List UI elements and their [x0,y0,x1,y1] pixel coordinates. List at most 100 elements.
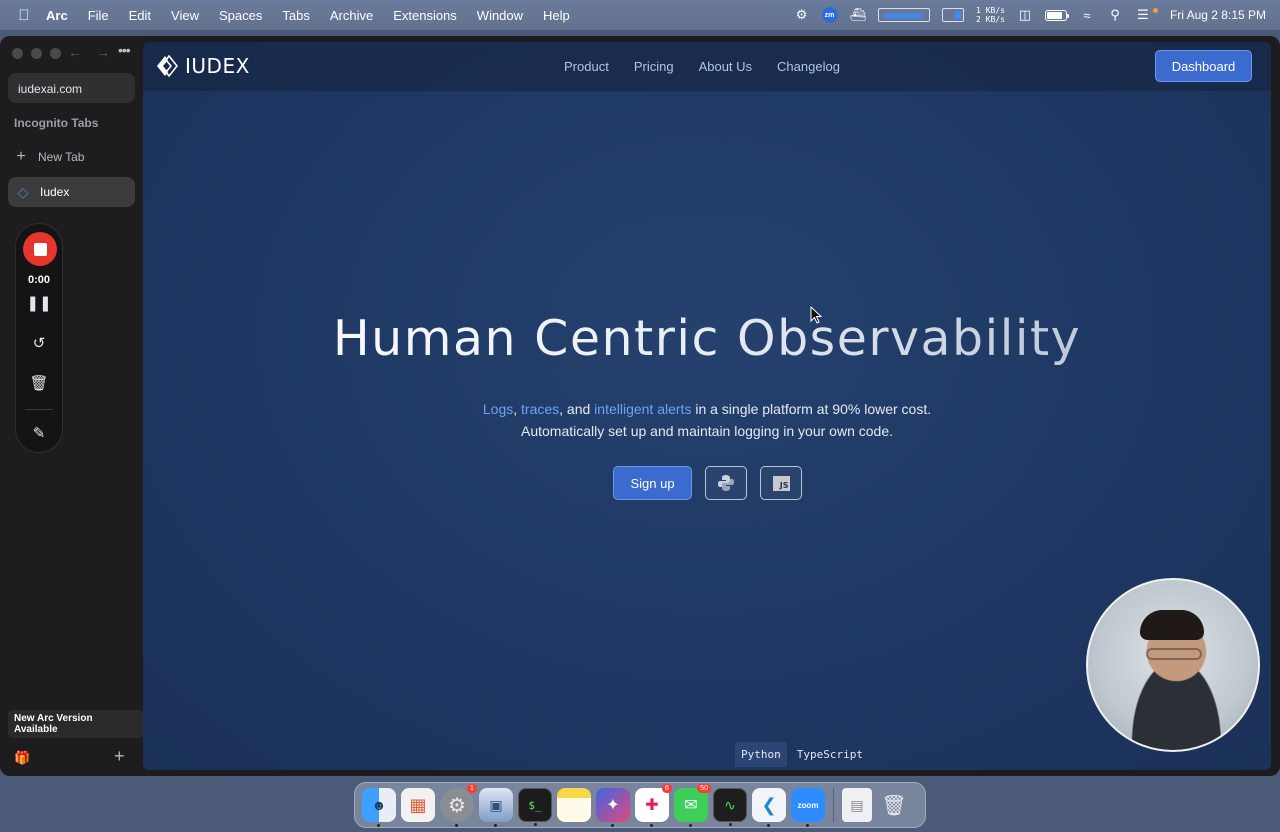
menu-archive[interactable]: Archive [330,8,373,23]
window-controls [12,48,61,59]
sidebar-tab-label: Iudex [40,185,70,199]
dock-separator [833,788,834,822]
javascript-icon: JS [772,475,790,491]
control-center-icon[interactable]: ☰ [1135,7,1151,23]
menu-bar:  Arc File Edit View Spaces Tabs Archive… [0,0,1280,30]
docker-icon[interactable]: ⛴ [850,7,867,23]
close-window-button[interactable] [12,48,23,59]
menu-app-name[interactable]: Arc [46,8,68,23]
intelligent-alerts-link[interactable]: intelligent alerts [594,401,691,417]
gift-icon[interactable]: 🎁 [14,750,30,766]
nav-pricing[interactable]: Pricing [634,59,674,74]
finder-icon[interactable]: ☻ [362,788,396,827]
update-available-badge[interactable]: New Arc Version Available [8,710,143,738]
webcam-person-hair [1140,610,1204,640]
battery-icon[interactable] [1044,9,1069,21]
tab-typescript[interactable]: TypeScript [791,742,869,767]
menu-edit[interactable]: Edit [129,8,151,23]
back-arrow-icon[interactable]: ← [68,44,82,60]
wifi-icon[interactable]: ≈ [1079,8,1095,23]
iudex-favicon-icon: ◇ [17,183,29,200]
minimize-window-button[interactable] [31,48,42,59]
url-bar[interactable]: iudexai.com [8,73,135,103]
webcam-person-glasses [1146,648,1202,660]
terminal-icon[interactable]: $_ [518,788,552,826]
zoom-icon[interactable]: zoom [791,788,825,827]
site-logo[interactable]: IUDEX [155,54,250,78]
new-tab-button[interactable]: + New Tab [14,148,84,166]
slack-badge: 6 [662,784,672,793]
downloads-stack-icon[interactable]: ▤ [842,788,872,822]
spotlight-search-icon[interactable]: ⚲ [1107,7,1123,23]
code-language-tabs: Python TypeScript [735,742,869,767]
zoom-window-button[interactable] [50,48,61,59]
stop-recording-button[interactable] [23,232,57,266]
zoom-status-icon[interactable]: zm [821,7,838,23]
trash-dock-icon[interactable]: 🗑 [877,788,911,822]
pause-icon[interactable]: ❚❚ [16,294,62,312]
messages-badge: 50 [697,784,711,793]
new-tab-label: New Tab [38,150,85,164]
clock[interactable]: Fri Aug 2 8:15 PM [1170,8,1266,22]
arc-icon[interactable]: ✦ [596,788,630,827]
activity-monitor-icon[interactable]: ∿ [713,788,747,826]
add-space-icon[interactable]: + [114,746,125,767]
forward-arrow-icon[interactable]: → [96,44,110,60]
more-options-icon[interactable]: ••• [118,42,131,58]
gear-status-icon[interactable]: ⚙ [794,7,810,23]
stop-icon [33,242,47,256]
hero-sep-1: , [513,401,522,417]
net-down-rate: 2 KB/s [976,15,1005,24]
notes-icon[interactable] [557,788,591,822]
pencil-icon[interactable]: ✎ [16,424,62,442]
screen-recorder-panel: 0:00 ❚❚ ↺ 🗑 ✎ [15,223,63,453]
recording-timer: 0:00 [27,274,51,286]
hero-subtitle: Logs, traces, and intelligent alerts in … [143,398,1271,442]
site-header: IUDEX Product Pricing About Us Changelog… [143,42,1271,92]
launchpad-icon[interactable]: ▦ [401,788,435,822]
trash-icon[interactable]: 🗑 [16,374,62,392]
apple-menu-icon[interactable]:  [16,7,32,24]
tab-python[interactable]: Python [735,742,787,767]
mouse-cursor-icon [810,306,822,324]
arc-sidebar: ← → ••• iudexai.com Incognito Tabs + New… [0,36,143,776]
plus-icon: + [16,148,26,165]
hero-subtitle-line-1: Logs, traces, and intelligent alerts in … [143,398,1271,420]
settings-badge: 1 [467,784,477,793]
cta-row: Sign up JS [613,466,802,500]
slack-icon[interactable]: ✚ 6 [635,784,672,827]
webcam-overlay[interactable] [1086,578,1260,752]
site-nav: Product Pricing About Us Changelog [564,59,840,74]
restart-icon[interactable]: ↺ [16,334,62,352]
sign-up-button[interactable]: Sign up [613,466,692,500]
nav-about-us[interactable]: About Us [699,59,752,74]
hero-sub-rest: in a single platform at 90% lower cost. [691,401,932,417]
messages-icon[interactable]: ✉ 50 [674,784,711,827]
sidebar-tab-iudex[interactable]: ◇ Iudex [8,177,135,207]
cpu-meter-icon[interactable] [878,8,931,22]
menu-window[interactable]: Window [477,8,523,23]
system-settings-icon[interactable]: ⚙ 1 [440,784,477,827]
net-up-rate: 1 KB/s [976,6,1005,15]
menu-extensions[interactable]: Extensions [393,8,457,23]
traces-link[interactable]: traces [521,401,559,417]
hero-sep-2: , and [559,401,595,417]
memory-meter-icon[interactable] [942,8,965,22]
dashboard-button[interactable]: Dashboard [1155,50,1252,82]
sidebar-toggle-icon[interactable]: ◫ [1017,7,1033,23]
preview-icon[interactable]: ▣ [479,788,513,827]
network-rate[interactable]: 1 KB/s 2 KB/s [976,6,1005,24]
nav-product[interactable]: Product [564,59,609,74]
vscode-icon[interactable]: ❮ [752,788,786,827]
menu-file[interactable]: File [88,8,109,23]
menu-help[interactable]: Help [543,8,570,23]
javascript-button[interactable]: JS [760,466,802,500]
menu-view[interactable]: View [171,8,199,23]
menu-tabs[interactable]: Tabs [282,8,309,23]
nav-changelog[interactable]: Changelog [777,59,840,74]
python-button[interactable] [705,466,747,500]
logs-link[interactable]: Logs [483,401,513,417]
menu-spaces[interactable]: Spaces [219,8,262,23]
dock: ☻ ▦ ⚙ 1 ▣ $_ ✦ ✚ 6 ✉ 50 ∿ ❮ zoom ▤ 🗑 [354,782,926,828]
mic-indicator-icon [1152,7,1158,13]
